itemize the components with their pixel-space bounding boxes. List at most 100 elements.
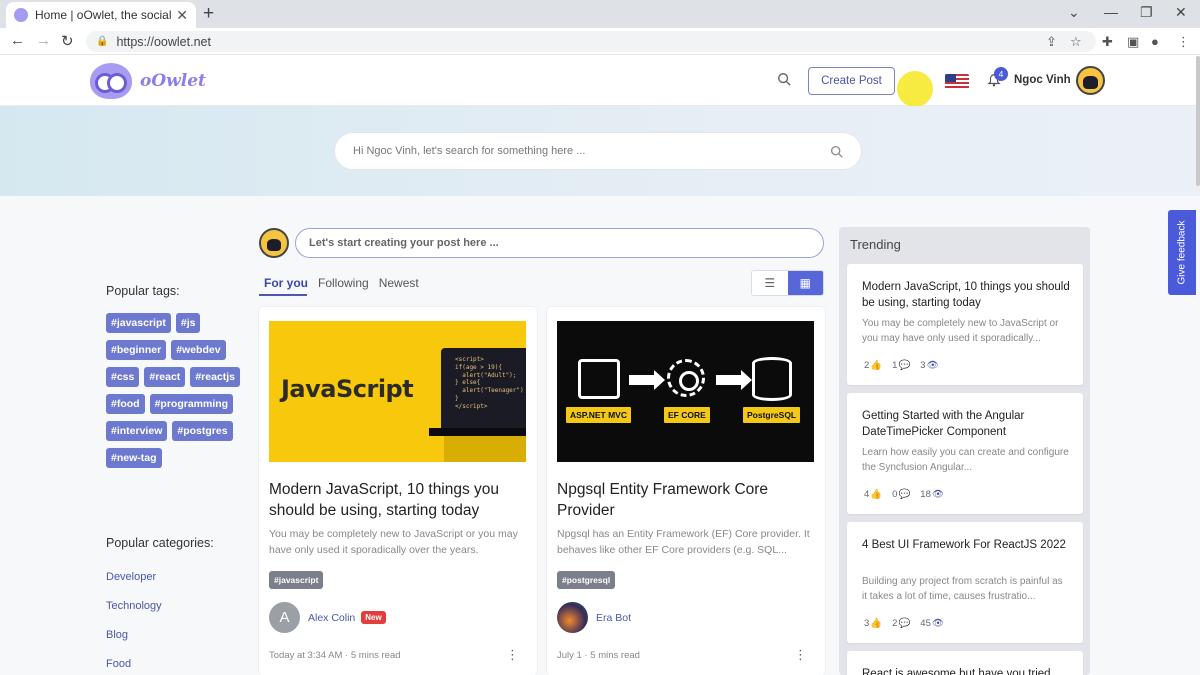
post-tag[interactable]: #javascript (269, 571, 324, 589)
close-window-icon[interactable]: ✕ (1175, 4, 1187, 21)
comment-icon[interactable]: 💬 (898, 489, 910, 500)
post-meta: July 1 · 5 mins read (557, 650, 640, 661)
hero-search-placeholder: Hi Ngoc Vinh, let's search for something… (353, 145, 586, 157)
trending-item[interactable]: 4 Best UI Framework For ReactJS 2022 Bui… (847, 522, 1083, 643)
create-post-input[interactable]: Let's start creating your post here ... (295, 228, 824, 258)
category-link[interactable]: Blog (106, 629, 162, 641)
post-title[interactable]: Npgsql Entity Framework Core Provider (557, 479, 819, 521)
tag-chip[interactable]: #programming (149, 394, 234, 414)
like-icon[interactable]: 👍 (870, 618, 882, 629)
url-input[interactable]: 🔒 https://oowlet.net (86, 31, 1096, 52)
category-link[interactable]: Food (106, 658, 162, 670)
like-count: 3 (864, 618, 870, 629)
comment-count: 2 (892, 618, 898, 629)
tag-chip[interactable]: #js (175, 313, 201, 333)
tag-chip[interactable]: #webdev (171, 340, 226, 360)
list-view-icon[interactable]: ☰ (752, 271, 788, 295)
reload-icon[interactable]: ↻ (61, 32, 74, 50)
tab-search-icon[interactable]: ⌄ (1068, 4, 1080, 21)
trending-item-title[interactable]: Getting Started with the Angular DateTim… (862, 408, 1072, 440)
trending-item[interactable]: React is awesome but have you tried (847, 651, 1083, 675)
trending-item[interactable]: Getting Started with the Angular DateTim… (847, 393, 1083, 514)
laptop-base (429, 428, 526, 436)
thumbnail-label: PostgreSQL (743, 407, 801, 423)
logo[interactable]: oOwlet (90, 63, 206, 99)
view-count: 3 (920, 360, 926, 371)
share-icon[interactable]: ⇪ (1046, 34, 1057, 50)
browser-tab[interactable]: Home | oOwlet, the social media ✕ (6, 2, 196, 28)
bookmark-star-icon[interactable]: ☆ (1070, 34, 1082, 50)
tag-chip[interactable]: #beginner (106, 340, 167, 360)
browser-menu-icon[interactable]: ⋮ (1177, 34, 1190, 50)
eye-icon: 👁 (931, 489, 944, 500)
post-card[interactable]: JavaScript <script> if(age > 19){ alert(… (259, 307, 537, 675)
trending-item-title[interactable]: Modern JavaScript, 10 things you should … (862, 279, 1072, 311)
tag-chip[interactable]: #reactjs (190, 367, 241, 387)
site-header: oOwlet Create Post 4 Ngoc Vinh (0, 55, 1200, 107)
grid-view-icon[interactable]: ▦ (787, 271, 823, 295)
like-icon[interactable]: 👍 (870, 489, 882, 500)
extensions-icon[interactable]: ✚ (1102, 34, 1113, 50)
post-tag[interactable]: #postgresql (557, 571, 616, 589)
new-tab-icon[interactable]: + (203, 3, 214, 25)
tag-chip[interactable]: #react (144, 367, 186, 387)
more-options-icon[interactable]: ⋮ (794, 647, 807, 663)
tag-chip[interactable]: #new-tag (106, 448, 162, 468)
more-options-icon[interactable]: ⋮ (506, 647, 519, 663)
minimize-icon[interactable]: — (1104, 4, 1118, 20)
cursor-highlight (897, 71, 933, 107)
thumbnail-label: ASP.NET MVC (566, 407, 631, 423)
page-scrollbar[interactable] (1196, 56, 1200, 186)
create-post-button[interactable]: Create Post (808, 67, 895, 95)
maximize-icon[interactable]: ❐ (1140, 4, 1153, 21)
post-card[interactable]: ASP.NET MVC EF CORE PostgreSQL Npgsql En… (547, 307, 825, 675)
thumbnail-label: EF CORE (664, 407, 710, 423)
like-icon[interactable]: 👍 (870, 360, 882, 371)
tab-following[interactable]: Following (318, 276, 369, 290)
us-flag-icon[interactable] (945, 74, 969, 89)
search-icon[interactable] (830, 145, 843, 158)
category-link[interactable]: Developer (106, 571, 162, 583)
user-name[interactable]: Ngoc Vinh (1014, 74, 1071, 86)
give-feedback-button[interactable]: Give feedback (1168, 210, 1196, 295)
post-thumbnail[interactable]: JavaScript <script> if(age > 19){ alert(… (269, 321, 526, 462)
tag-chip[interactable]: #postgres (172, 421, 233, 441)
close-tab-icon[interactable]: ✕ (176, 7, 188, 24)
trending-item-title[interactable]: 4 Best UI Framework For ReactJS 2022 (862, 537, 1072, 553)
comment-count: 1 (892, 360, 898, 371)
category-link[interactable]: Technology (106, 600, 162, 612)
tab-newest[interactable]: Newest (379, 276, 419, 290)
tab-for-you[interactable]: For you (264, 276, 308, 290)
composer-avatar (259, 228, 289, 258)
arrow-right-icon (629, 370, 665, 390)
trending-item-stats: 4👍 0💬 18👁 (864, 489, 944, 500)
post-thumbnail[interactable]: ASP.NET MVC EF CORE PostgreSQL (557, 321, 814, 462)
post-date: July 1 (557, 650, 582, 661)
post-description: You may be completely new to JavaScript … (269, 528, 518, 556)
trending-title: Trending (850, 237, 901, 252)
trending-item[interactable]: Modern JavaScript, 10 things you should … (847, 264, 1083, 385)
comment-icon[interactable]: 💬 (898, 618, 910, 629)
hero-search-input[interactable]: Hi Ngoc Vinh, let's search for something… (334, 132, 862, 170)
laptop-shadow (444, 436, 526, 462)
laptop-illustration: <script> if(age > 19){ alert("Adult"); }… (441, 348, 526, 428)
forward-icon[interactable]: → (36, 32, 51, 49)
tag-chip[interactable]: #css (106, 367, 140, 387)
tag-chip[interactable]: #javascript (106, 313, 171, 333)
user-avatar[interactable] (1076, 66, 1105, 95)
tag-chip[interactable]: #food (106, 394, 145, 414)
address-bar: ← → ↻ 🔒 https://oowlet.net ⇪ ☆ ✚ ▣ ● ⋮ (0, 28, 1200, 55)
author-avatar[interactable] (557, 602, 588, 633)
author-avatar[interactable]: A (269, 602, 300, 633)
post-title[interactable]: Modern JavaScript, 10 things you should … (269, 479, 531, 521)
back-icon[interactable]: ← (10, 32, 25, 49)
tag-chip[interactable]: #interview (106, 421, 168, 441)
search-icon[interactable] (777, 72, 791, 86)
author-name[interactable]: Era Bot (596, 612, 631, 624)
profile-icon[interactable]: ● (1151, 34, 1159, 49)
trending-item-title[interactable]: React is awesome but have you tried (862, 666, 1072, 675)
feed-tabs: For you Following Newest (264, 276, 419, 290)
side-panel-icon[interactable]: ▣ (1127, 34, 1139, 50)
comment-icon[interactable]: 💬 (898, 360, 910, 371)
author-name[interactable]: Alex Colin (308, 612, 355, 624)
